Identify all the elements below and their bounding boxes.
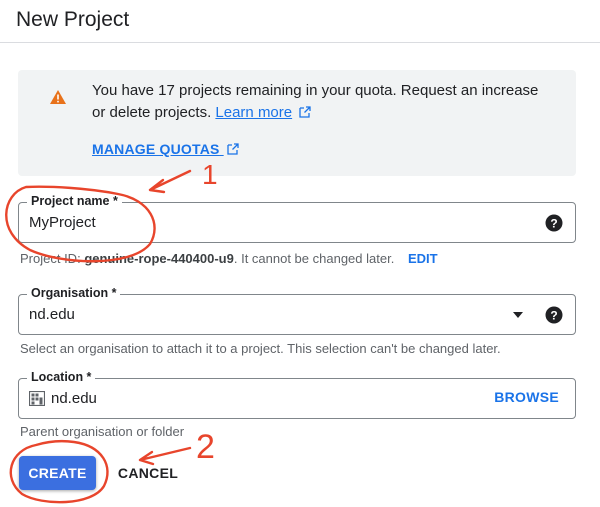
help-icon[interactable]: ? [545, 214, 563, 232]
external-link-icon [227, 143, 239, 155]
location-field[interactable]: Location * nd.edu BROWSE [18, 369, 576, 419]
browse-button[interactable]: BROWSE [494, 389, 559, 405]
project-name-field[interactable]: Project name * MyProject ? [18, 193, 576, 243]
header-divider [0, 42, 600, 43]
organisation-value: nd.edu [29, 306, 75, 323]
manage-quotas-link[interactable]: MANAGE QUOTAS [92, 141, 239, 157]
project-id-helper: Project ID: genuine-rope-440400-u9. It c… [20, 251, 438, 266]
annotation-label-2: 2 [196, 428, 215, 466]
project-id-value: genuine-rope-440400-u9 [84, 251, 234, 266]
chevron-down-icon[interactable] [513, 312, 523, 318]
help-icon[interactable]: ? [545, 306, 563, 324]
quota-message-text: You have 17 projects remaining in your q… [92, 82, 539, 121]
learn-more-link[interactable]: Learn more [215, 104, 292, 121]
location-helper: Parent organisation or folder [20, 424, 185, 439]
manage-quotas-label: MANAGE QUOTAS [92, 141, 220, 157]
project-id-note: . It cannot be changed later. [233, 251, 395, 266]
project-name-label: Project name * [27, 193, 122, 209]
external-link-icon [299, 106, 311, 118]
organisation-helper: Select an organisation to attach it to a… [20, 341, 501, 356]
quota-banner: You have 17 projects remaining in your q… [18, 70, 576, 176]
organisation-icon [29, 391, 45, 406]
cancel-button[interactable]: CANCEL [112, 456, 184, 490]
svg-text:?: ? [550, 309, 557, 323]
quota-message: You have 17 projects remaining in your q… [92, 80, 552, 124]
location-label: Location * [27, 369, 96, 385]
project-name-value[interactable]: MyProject [29, 214, 96, 231]
warning-icon [50, 90, 66, 104]
organisation-select[interactable]: Organisation * nd.edu ? [18, 285, 576, 335]
location-value: nd.edu [51, 390, 97, 407]
svg-text:?: ? [550, 217, 557, 231]
create-button[interactable]: CREATE [19, 456, 96, 490]
project-id-prefix: Project ID: [20, 251, 81, 266]
organisation-label: Organisation * [27, 285, 121, 301]
page-title: New Project [16, 8, 130, 31]
edit-project-id-link[interactable]: EDIT [408, 251, 438, 266]
